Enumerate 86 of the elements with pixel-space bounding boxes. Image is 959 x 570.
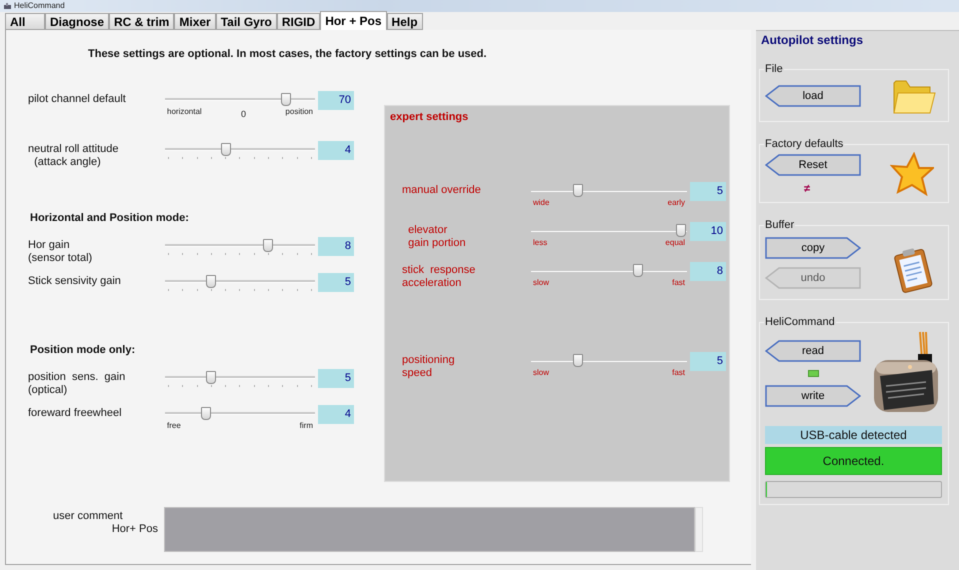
scale-label: wide — [533, 198, 550, 208]
value-field[interactable]: 5 — [318, 369, 354, 388]
slider[interactable] — [165, 93, 315, 105]
setting-label: manual override — [402, 183, 482, 197]
star-icon — [890, 152, 934, 196]
setting-label: neutral roll attitude (attack angle) — [28, 142, 120, 169]
value-field[interactable]: 5 — [690, 182, 726, 201]
connection-status: Connected. — [765, 447, 942, 475]
scale-label: firm — [300, 421, 313, 431]
comment-label: user comment — [53, 510, 123, 523]
left-arrow-button[interactable]: read — [765, 340, 861, 362]
tab[interactable]: RC & trim — [109, 13, 174, 30]
group-title: Factory defaults — [764, 138, 844, 150]
slider[interactable] — [165, 407, 315, 419]
window-title: HeliCommand — [14, 2, 65, 10]
slider[interactable] — [165, 371, 315, 383]
slider[interactable] — [165, 239, 315, 251]
setting-label: pilot channel default — [28, 92, 127, 106]
tab[interactable]: Help — [386, 13, 423, 30]
slider-thumb[interactable] — [206, 371, 216, 384]
slider[interactable] — [531, 224, 687, 236]
value-field[interactable]: 4 — [318, 405, 354, 424]
slider-thumb[interactable] — [573, 184, 584, 197]
section-heading: Horizontal and Position mode: — [30, 212, 189, 225]
value-field[interactable]: 5 — [690, 352, 726, 371]
slider[interactable] — [531, 264, 687, 276]
scale-label: slow — [533, 368, 550, 378]
slider[interactable] — [531, 354, 687, 366]
value-field[interactable]: 10 — [690, 222, 726, 241]
left-arrow-button[interactable]: Reset — [765, 154, 861, 176]
comment-sublabel: Hor+ Pos — [112, 523, 158, 536]
slider-thumb[interactable] — [263, 239, 273, 252]
slider-thumb[interactable] — [281, 93, 292, 106]
scrollbar[interactable] — [695, 507, 703, 552]
setting-label: Hor gain (sensor total) — [28, 238, 94, 265]
tab[interactable]: Mixer — [174, 13, 216, 30]
panel-title: expert settings — [390, 111, 468, 123]
scale-label: horizontal — [167, 107, 202, 118]
value-field[interactable]: 4 — [318, 141, 354, 160]
app-icon — [4, 2, 11, 10]
slider-thumb[interactable] — [573, 354, 584, 367]
comment-field[interactable] — [164, 507, 695, 552]
setting-label: position sens. gain (optical) — [28, 370, 126, 397]
setting-label: stick response acceleration — [402, 263, 476, 290]
led-icon — [808, 370, 818, 376]
slider[interactable] — [165, 143, 315, 155]
slider[interactable] — [531, 184, 687, 196]
right-arrow-button[interactable]: copy — [765, 237, 861, 259]
scale-label: fast — [672, 278, 685, 288]
slider-thumb[interactable] — [676, 224, 686, 237]
tab[interactable]: RIGID — [276, 13, 320, 30]
group-title: HeliCommand — [764, 316, 836, 328]
value-field[interactable]: 8 — [690, 262, 726, 281]
not-equal-icon: ≠ — [804, 184, 810, 194]
section-heading: Position mode only: — [30, 344, 136, 357]
tab[interactable]: All — [5, 13, 45, 30]
status-label: USB-cable detected — [765, 426, 942, 444]
setting-label: foreward freewheel — [28, 406, 123, 420]
scale-label: slow — [533, 278, 550, 288]
panel-title: Autopilot settings — [761, 33, 863, 47]
tab[interactable]: Tail Gyro — [216, 13, 277, 30]
value-field[interactable]: 8 — [318, 237, 354, 256]
tab[interactable]: Hor + Pos — [320, 11, 387, 30]
right-arrow-button[interactable]: write — [765, 384, 861, 406]
slider[interactable] — [165, 275, 315, 287]
scale-label: less — [533, 238, 548, 248]
slider-thumb[interactable] — [221, 143, 231, 156]
scale-label: fast — [672, 368, 685, 378]
intro-text: These settings are optional. In most cases, the factory settings can be used. — [87, 47, 488, 60]
scale-label: early — [668, 198, 685, 208]
group-title: File — [764, 63, 784, 75]
setting-label: Stick sensivity gain — [28, 274, 122, 288]
slider-thumb[interactable] — [633, 264, 644, 277]
setting-label: elevator gain portion — [407, 223, 467, 250]
value-field[interactable]: 70 — [318, 91, 354, 110]
scale-label: equal — [665, 238, 685, 248]
setting-label: positioning speed — [402, 353, 456, 380]
value-field[interactable]: 5 — [318, 273, 354, 292]
slider-thumb[interactable] — [201, 407, 212, 420]
scale-label: position — [285, 107, 313, 118]
scale-label: 0 — [241, 108, 246, 119]
tab[interactable]: Diagnose — [45, 13, 110, 30]
left-arrow-button[interactable]: load — [765, 85, 861, 107]
scale-label: free — [167, 421, 181, 431]
slider-thumb[interactable] — [206, 275, 216, 288]
group-title: Buffer — [764, 219, 796, 231]
